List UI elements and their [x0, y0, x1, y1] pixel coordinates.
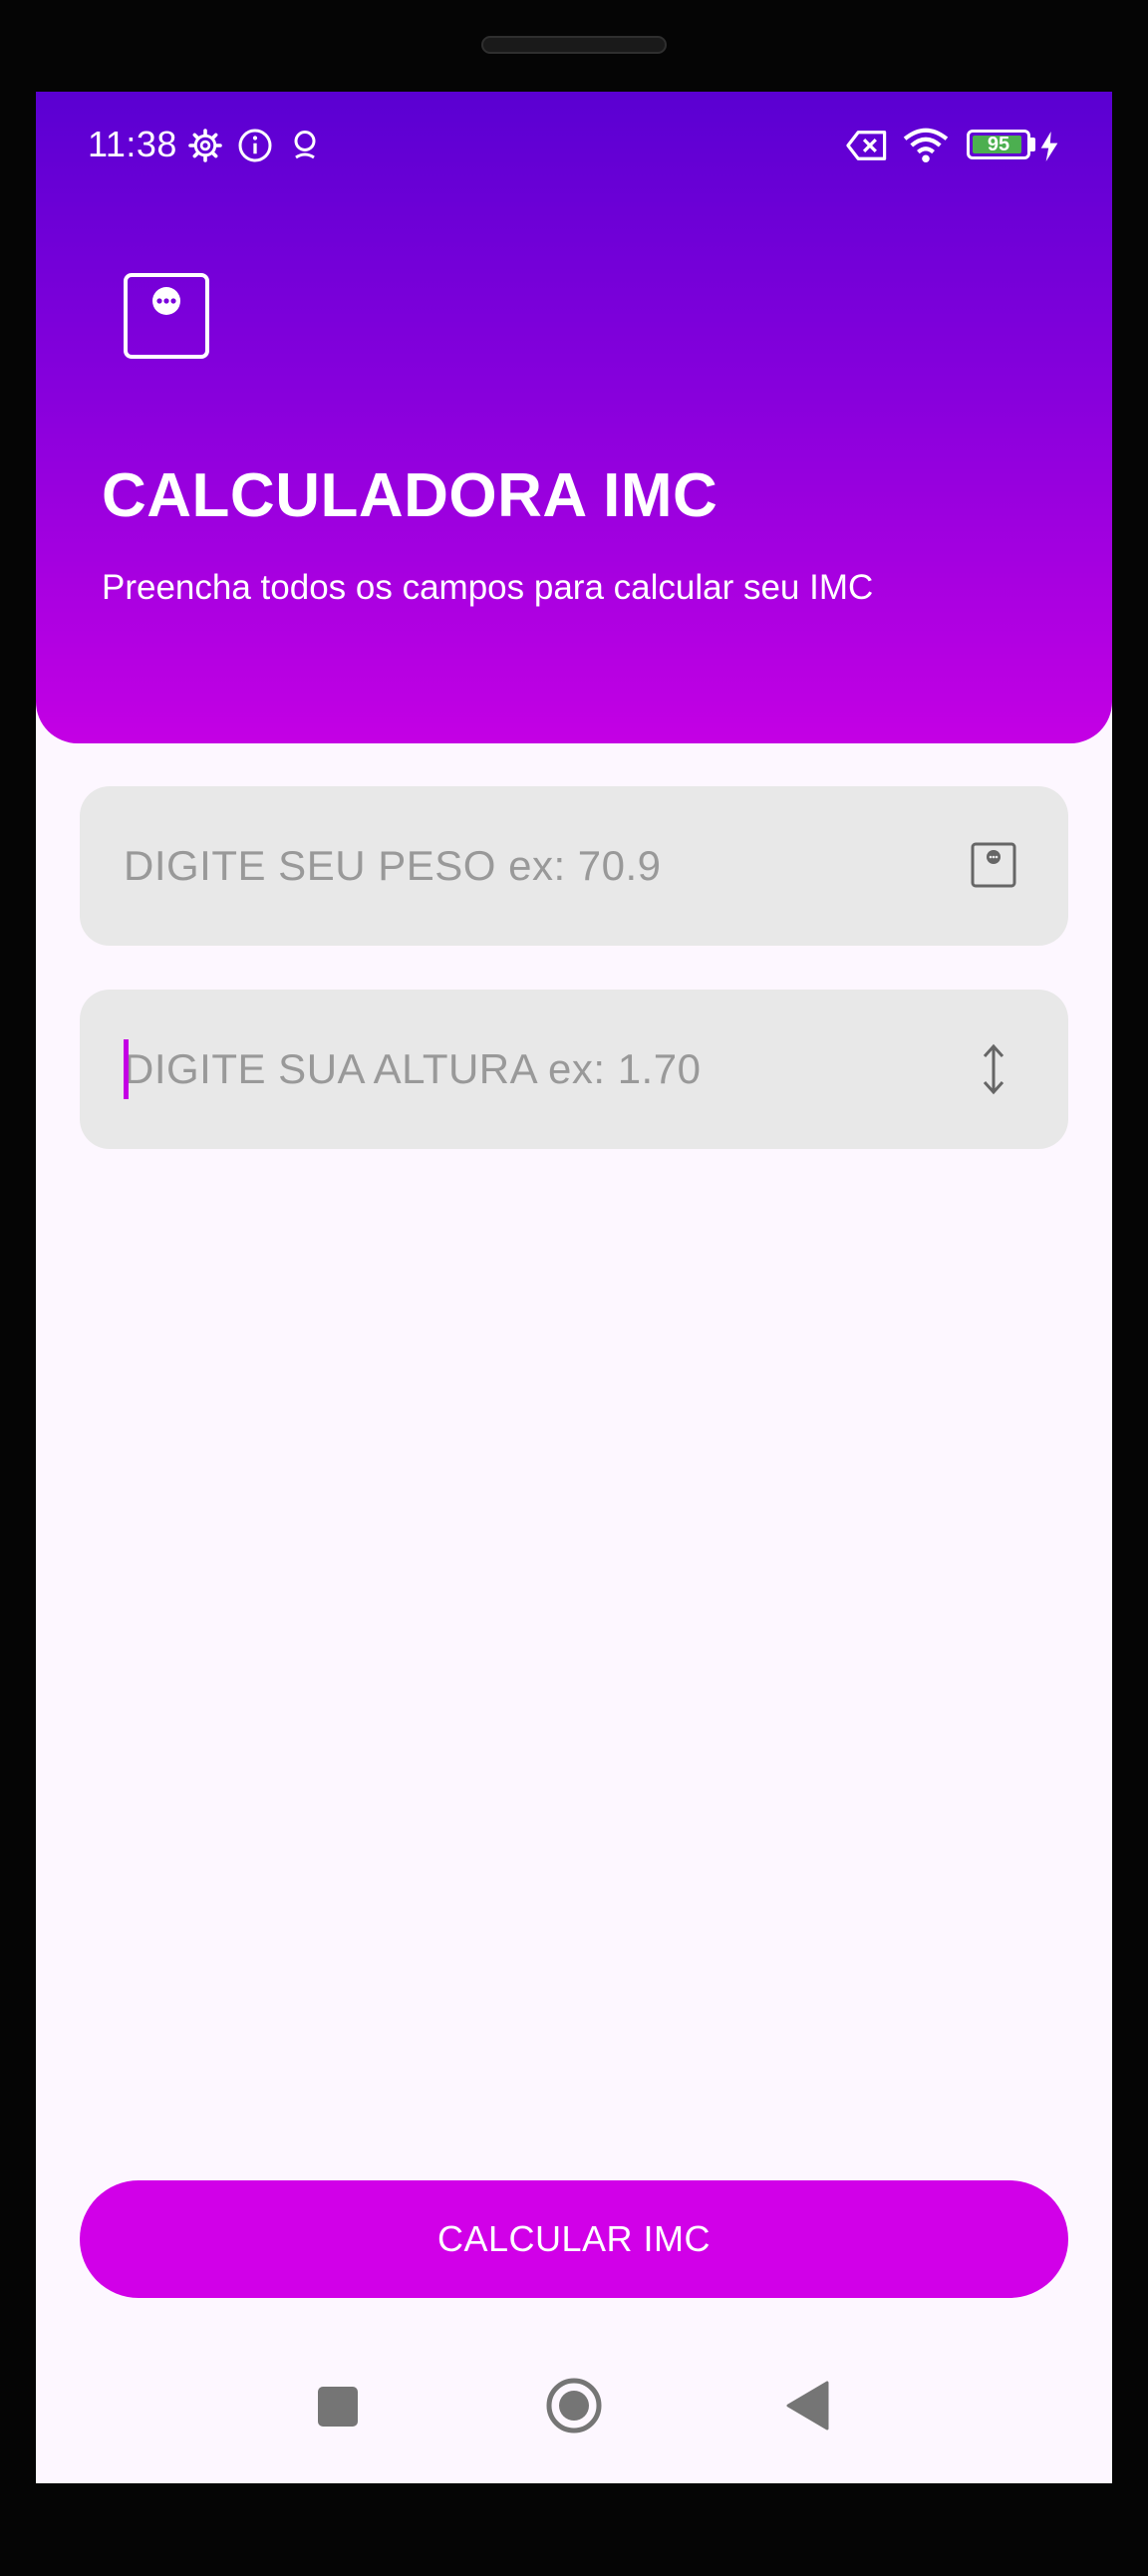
- status-time: 11:38: [88, 124, 177, 164]
- charging-icon: [1038, 132, 1060, 166]
- navigation-bar: [36, 2338, 1112, 2483]
- page-title: CALCULADORA IMC: [102, 461, 718, 530]
- recents-square-icon[interactable]: [317, 2386, 359, 2433]
- home-circle-icon[interactable]: [544, 2376, 604, 2440]
- app-screen: 11:38 95 CALCULADORA IMC Preencha todos …: [36, 92, 1112, 2483]
- weight-input[interactable]: [124, 786, 941, 946]
- battery-icon: 95: [967, 130, 1030, 159]
- location-icon: [287, 128, 323, 168]
- scale-icon: [971, 842, 1016, 893]
- height-input[interactable]: [124, 990, 941, 1149]
- sim-disabled-icon: [845, 128, 889, 168]
- back-triangle-icon[interactable]: [785, 2380, 831, 2436]
- calculate-button[interactable]: CALCULAR IMC: [80, 2180, 1068, 2298]
- battery-tip: [1030, 138, 1035, 151]
- wifi-icon: [903, 126, 949, 168]
- vertical-arrows-icon: [971, 1041, 1016, 1102]
- status-bar: 11:38 95: [36, 92, 1112, 201]
- earpiece-speaker: [481, 36, 667, 54]
- scale-icon: [124, 273, 209, 359]
- text-cursor: [124, 1039, 129, 1099]
- height-field[interactable]: [80, 990, 1068, 1149]
- info-icon: [237, 128, 273, 168]
- page-subtitle: Preencha todos os campos para calcular s…: [102, 568, 874, 607]
- app-header: 11:38 95 CALCULADORA IMC Preencha todos …: [36, 92, 1112, 743]
- battery-level: 95: [987, 134, 1010, 155]
- device-frame: 11:38 95 CALCULADORA IMC Preencha todos …: [0, 0, 1148, 2576]
- weight-field[interactable]: [80, 786, 1068, 946]
- settings-icon: [187, 128, 223, 168]
